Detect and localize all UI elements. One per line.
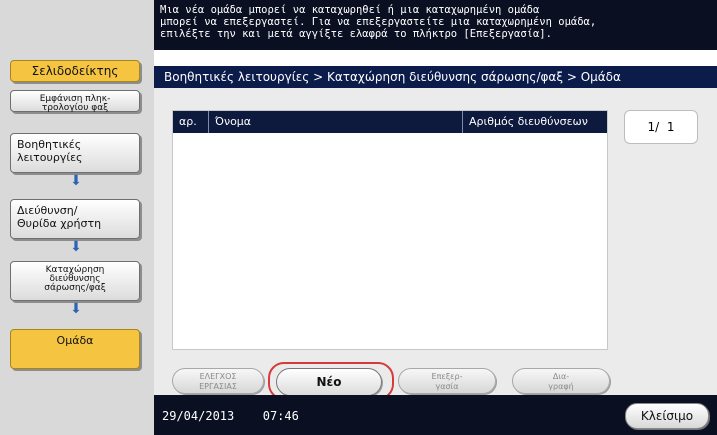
edit-button[interactable]: Επεξερ- γασία [398,368,496,394]
check-job-label: ΕΛΕΓΧΟΣ ΕΡΓΑΣΙΑΣ [199,372,237,391]
check-job-button[interactable]: ΕΛΕΓΧΟΣ ΕΡΓΑΣΙΑΣ [172,368,264,394]
footer-bar: 29/04/2013 07:46 Κλείσιμο [154,395,717,435]
group-button[interactable]: Ομάδα [10,329,140,369]
screen: Σελιδοδείκτης Εμφάνιση πληκ- τρολογίου φ… [0,0,717,435]
top-message: Μια νέα ομάδα μπορεί να καταχωρηθεί ή μι… [154,0,717,50]
table-header: αρ. Όνομα Αριθμός διευθύνσεων [173,111,607,133]
page-indicator: 1/ 1 [624,110,698,144]
close-button[interactable]: Κλείσιμο [625,403,709,429]
left-nav: Σελιδοδείκτης Εμφάνιση πληκ- τρολογίου φ… [0,0,154,435]
down-arrow-icon: ⬇ [70,239,82,255]
page-indicator-text: 1/ 1 [647,120,675,134]
column-header-name: Όνομα [209,111,463,133]
bookmark-label: Σελιδοδείκτης [31,64,119,78]
top-message-text: Μια νέα ομάδα μπορεί να καταχωρηθεί ή μι… [160,4,597,40]
fax-keypad-label: Εμφάνιση πληκ- τρολογίου φαξ [39,94,111,113]
close-label: Κλείσιμο [640,409,694,423]
scan-fax-address-registration-button[interactable]: Καταχώρηση διεύθυνσης σάρωσης/φαξ [10,261,140,301]
new-group-label: Νέο [316,375,342,389]
column-header-number: αρ. [173,111,209,133]
down-arrow-icon: ⬇ [70,301,82,317]
down-arrow-icon: ⬇ [70,173,82,189]
utility-functions-label: Βοηθητικές λειτουργίες [17,138,83,164]
delete-button[interactable]: Δια- γραφή [512,368,610,394]
datetime: 29/04/2013 07:46 [162,409,299,423]
new-group-button[interactable]: Νέο [276,368,382,396]
time-text: 07:46 [262,409,299,423]
address-user-box-label: Διεύθυνση/ Θυρίδα χρήστη [17,204,102,230]
bookmark-button[interactable]: Σελιδοδείκτης [10,60,140,82]
utility-functions-button[interactable]: Βοηθητικές λειτουργίες [10,133,140,173]
fax-keypad-button[interactable]: Εμφάνιση πληκ- τρολογίου φαξ [10,90,140,113]
breadcrumb: Βοηθητικές λειτουργίες > Καταχώρηση διεύ… [154,66,717,88]
group-label: Ομάδα [56,334,94,347]
group-table: αρ. Όνομα Αριθμός διευθύνσεων [172,110,608,350]
content-panel: αρ. Όνομα Αριθμός διευθύνσεων 1/ 1 ΕΛΕΓΧ… [154,88,717,400]
edit-label: Επεξερ- γασία [431,372,463,391]
date-text: 29/04/2013 [162,409,235,423]
address-user-box-button[interactable]: Διεύθυνση/ Θυρίδα χρήστη [10,199,140,239]
breadcrumb-text: Βοηθητικές λειτουργίες > Καταχώρηση διεύ… [164,70,621,84]
delete-label: Δια- γραφή [548,372,574,391]
column-header-address-count: Αριθμός διευθύνσεων [469,115,588,128]
scan-fax-address-registration-label: Καταχώρηση διεύθυνσης σάρωσης/φαξ [44,265,106,293]
